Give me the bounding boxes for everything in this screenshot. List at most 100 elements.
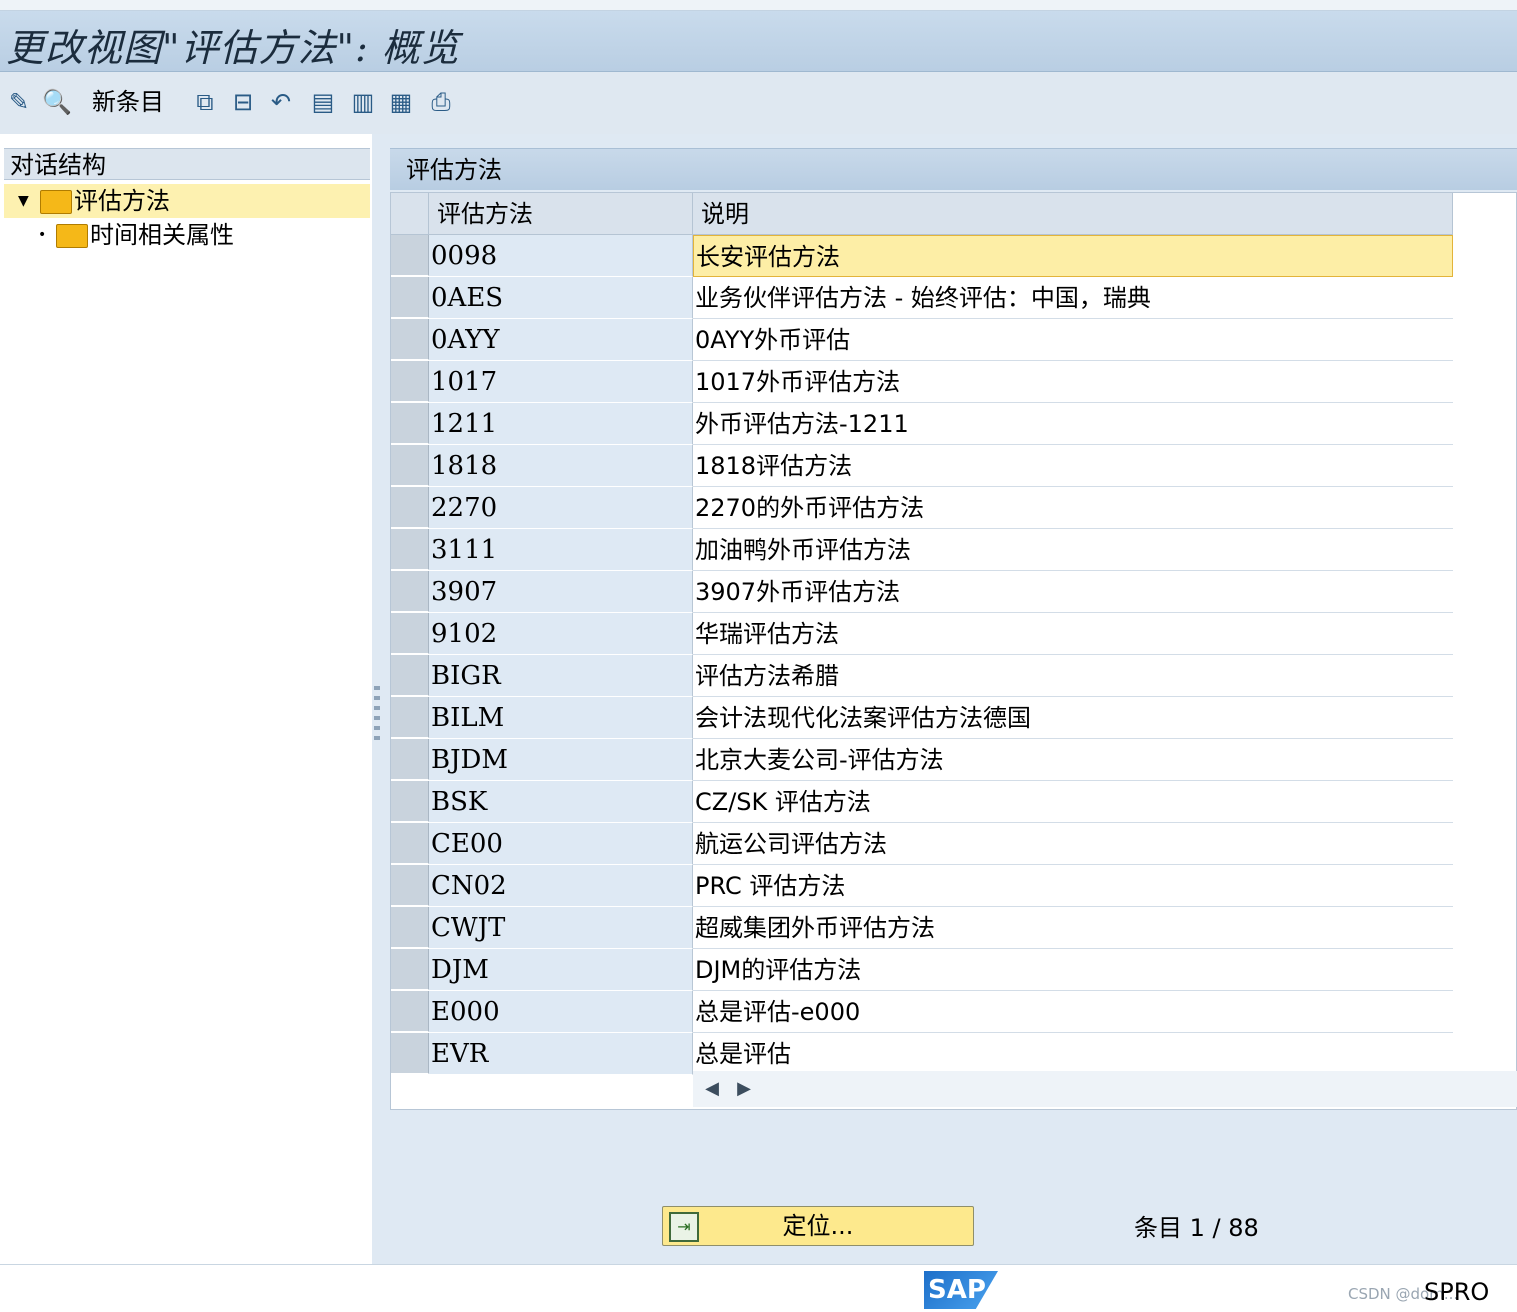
row-selector[interactable]: [391, 403, 429, 444]
select-block-icon[interactable]: ▥: [346, 86, 380, 118]
row-selector[interactable]: [391, 907, 429, 948]
table-row[interactable]: E000 总是评估-e000: [391, 991, 1453, 1033]
description-input[interactable]: 超威集团外币评估方法: [693, 907, 1453, 949]
description-input[interactable]: 2270的外币评估方法: [693, 487, 1453, 529]
row-selector[interactable]: [391, 739, 429, 780]
status-bar: SAP CSDN @dom... SPRO: [0, 1264, 1517, 1312]
column-header-description[interactable]: 说明: [693, 193, 1453, 235]
table-row[interactable]: CE00 航运公司评估方法: [391, 823, 1453, 865]
row-selector[interactable]: [391, 991, 429, 1032]
table-row[interactable]: 1017 1017外币评估方法: [391, 361, 1453, 403]
scroll-left-icon[interactable]: ◀: [699, 1077, 725, 1101]
method-code-cell: 3907: [429, 571, 693, 613]
table-row[interactable]: 9102 华瑞评估方法: [391, 613, 1453, 655]
table-row[interactable]: 3907 3907外币评估方法: [391, 571, 1453, 613]
table-row[interactable]: 3111 加油鸭外币评估方法: [391, 529, 1453, 571]
description-input[interactable]: 航运公司评估方法: [693, 823, 1453, 865]
tree-item-label: 时间相关属性: [90, 221, 234, 249]
table-row[interactable]: BILM 会计法现代化法案评估方法德国: [391, 697, 1453, 739]
valuation-method-table: 评估方法 说明 0098 长安评估方法 0AES 业务伙伴评估方法 - 始终评估：中国…: [390, 192, 1517, 1110]
row-selector[interactable]: [391, 781, 429, 822]
row-selector[interactable]: [391, 823, 429, 864]
undo-change-icon[interactable]: ↶: [264, 86, 298, 118]
row-selector[interactable]: [391, 487, 429, 528]
description-input[interactable]: 评估方法希腊: [693, 655, 1453, 697]
row-selector[interactable]: [391, 1033, 429, 1074]
table-row[interactable]: 0AES 业务伙伴评估方法 - 始终评估：中国，瑞典: [391, 277, 1453, 319]
method-code-cell: BJDM: [429, 739, 693, 781]
method-code-cell: 0AYY: [429, 319, 693, 361]
table-row[interactable]: 0098 长安评估方法: [391, 235, 1453, 277]
position-button-label: 定位...: [782, 1212, 854, 1240]
expand-triangle-icon[interactable]: ▼: [18, 184, 29, 218]
table-row[interactable]: CN02 PRC 评估方法: [391, 865, 1453, 907]
new-entries-button[interactable]: 新条目: [92, 86, 164, 118]
table-row[interactable]: EVR 总是评估: [391, 1033, 1453, 1075]
table-row[interactable]: 0AYY 0AYY外币评估: [391, 319, 1453, 361]
row-selector[interactable]: [391, 277, 429, 318]
description-input[interactable]: 长安评估方法: [693, 235, 1453, 277]
entry-counter-label: 条目: [1134, 1214, 1182, 1242]
method-code-cell: 1818: [429, 445, 693, 487]
description-input[interactable]: 会计法现代化法案评估方法德国: [693, 697, 1453, 739]
row-selector[interactable]: [391, 235, 429, 276]
description-input[interactable]: DJM的评估方法: [693, 949, 1453, 991]
column-header-method[interactable]: 评估方法: [429, 193, 693, 235]
description-input[interactable]: 1017外币评估方法: [693, 361, 1453, 403]
description-input[interactable]: PRC 评估方法: [693, 865, 1453, 907]
panel-splitter[interactable]: [372, 134, 384, 1264]
position-button[interactable]: ⇥ 定位...: [662, 1206, 974, 1246]
tree-item-time-dependent-attributes[interactable]: • 时间相关属性: [4, 218, 370, 252]
row-selector[interactable]: [391, 697, 429, 738]
select-all-icon[interactable]: ▤: [306, 86, 340, 118]
details-icon[interactable]: 🔍: [40, 86, 74, 118]
description-input[interactable]: 北京大麦公司-评估方法: [693, 739, 1453, 781]
window-top-edge: [0, 0, 1517, 11]
description-input[interactable]: 1818评估方法: [693, 445, 1453, 487]
table-row[interactable]: 1211 外币评估方法-1211: [391, 403, 1453, 445]
transaction-code[interactable]: SPRO: [1424, 1277, 1489, 1307]
select-all-column-header[interactable]: [391, 193, 429, 235]
method-code-cell: DJM: [429, 949, 693, 991]
horizontal-scrollbar[interactable]: ◀ ▶: [693, 1071, 1517, 1107]
description-input[interactable]: 外币评估方法-1211: [693, 403, 1453, 445]
splitter-grip-icon[interactable]: [374, 686, 380, 746]
method-code-cell: 0098: [429, 235, 693, 277]
row-selector[interactable]: [391, 613, 429, 654]
deselect-all-icon[interactable]: ▦: [384, 86, 418, 118]
tree-item-valuation-method[interactable]: ▼ 评估方法: [4, 184, 370, 218]
table-row[interactable]: BIGR 评估方法希腊: [391, 655, 1453, 697]
dialog-structure-title: 对话结构: [4, 148, 370, 180]
application-toolbar: ✎ 🔍 新条目 ⧉ ⊟ ↶ ▤ ▥ ▦ ⎙: [0, 72, 1517, 135]
delete-icon[interactable]: ⊟: [226, 86, 260, 118]
table-row[interactable]: 1818 1818评估方法: [391, 445, 1453, 487]
row-selector[interactable]: [391, 445, 429, 486]
display-change-icon[interactable]: ✎: [2, 86, 36, 118]
scroll-right-icon[interactable]: ▶: [731, 1077, 757, 1101]
row-selector[interactable]: [391, 571, 429, 612]
table-row[interactable]: BJDM 北京大麦公司-评估方法: [391, 739, 1453, 781]
bullet-icon: •: [38, 227, 47, 243]
row-selector[interactable]: [391, 655, 429, 696]
table-row[interactable]: 2270 2270的外币评估方法: [391, 487, 1453, 529]
description-input[interactable]: 华瑞评估方法: [693, 613, 1453, 655]
description-input[interactable]: 总是评估-e000: [693, 991, 1453, 1033]
method-code-cell: BIGR: [429, 655, 693, 697]
table-row[interactable]: DJM DJM的评估方法: [391, 949, 1453, 991]
row-selector[interactable]: [391, 529, 429, 570]
description-input[interactable]: CZ/SK 评估方法: [693, 781, 1453, 823]
description-input[interactable]: 0AYY外币评估: [693, 319, 1453, 361]
row-selector[interactable]: [391, 319, 429, 360]
print-icon[interactable]: ⎙: [424, 86, 458, 118]
table-row[interactable]: CWJT 超威集团外币评估方法: [391, 907, 1453, 949]
description-input[interactable]: 加油鸭外币评估方法: [693, 529, 1453, 571]
description-input[interactable]: 业务伙伴评估方法 - 始终评估：中国，瑞典: [693, 277, 1453, 319]
description-input[interactable]: 总是评估: [693, 1033, 1453, 1075]
row-selector[interactable]: [391, 949, 429, 990]
copy-as-icon[interactable]: ⧉: [188, 86, 222, 118]
description-input[interactable]: 3907外币评估方法: [693, 571, 1453, 613]
row-selector[interactable]: [391, 865, 429, 906]
row-selector[interactable]: [391, 361, 429, 402]
main-area: 评估方法 评估方法 说明 0098 长安评估方法 0AES 业务伙伴评估方法 - 始终…: [384, 134, 1517, 1264]
table-row[interactable]: BSK CZ/SK 评估方法: [391, 781, 1453, 823]
